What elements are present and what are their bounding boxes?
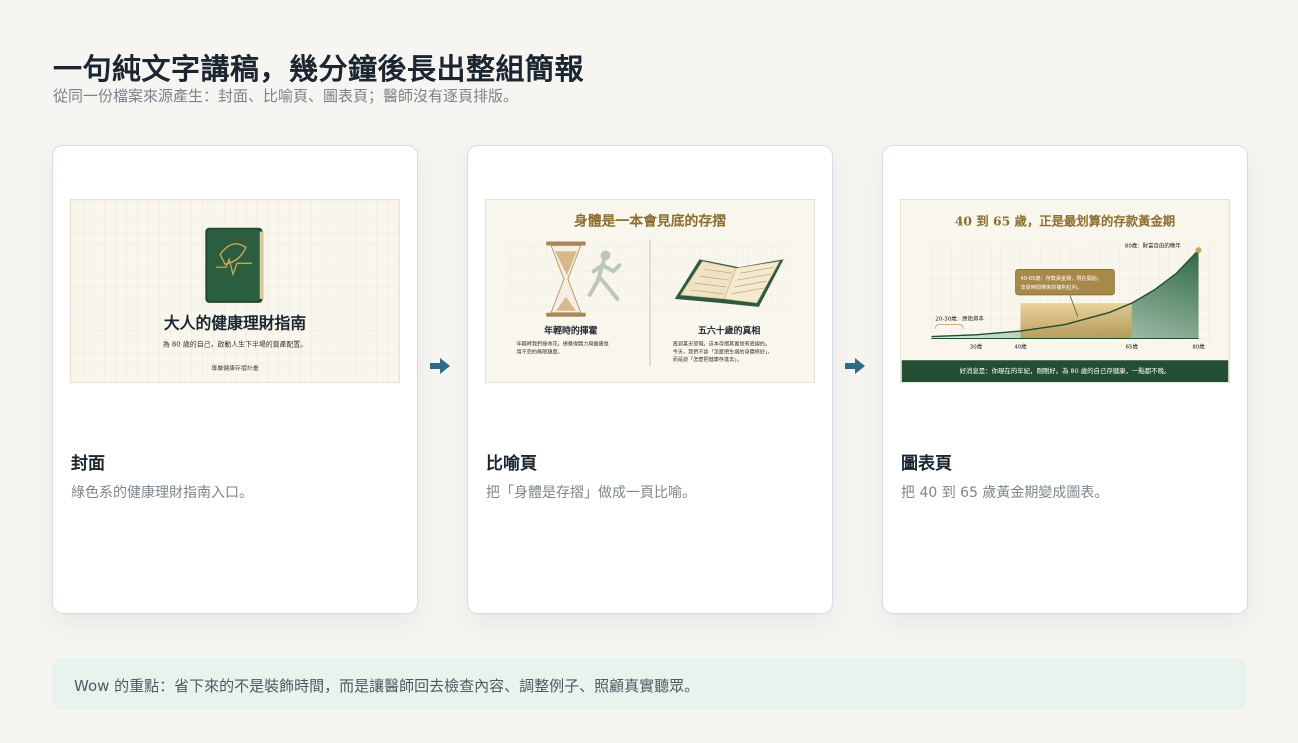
- metaphor-slide: 身體是一本會見底的存摺 年輕時的揮霍 年輕時我們揮命花，總覺得體力與健康是 用不…: [486, 200, 814, 382]
- card-chart[interactable]: 40 到 65 歲，正是最划算的存款黃金期 30歲 40歲 65歲 80歲 80歲：財…: [882, 145, 1248, 614]
- chart-footer: 好消息是：你現在的年紀，剛剛好。為 80 歲的自己存健康，一點都不晚。: [960, 366, 1171, 375]
- slide-thumbnail-cover: 大人的健康理財指南 為 80 歲的自己，啟動人生下半場的資產配置。 專屬健康存摺…: [70, 199, 400, 383]
- svg-text:享受時間帶來的複利紅利。: 享受時間帶來的複利紅利。: [1020, 283, 1082, 291]
- cover-slide: 大人的健康理財指南 為 80 歲的自己，啟動人生下半場的資產配置。 專屬健康存摺…: [71, 200, 399, 382]
- card-label: 比喻頁: [486, 454, 537, 474]
- card-description: 綠色系的健康理財指南入口。: [71, 485, 253, 501]
- green-book-icon: [205, 227, 264, 303]
- svg-text:身體是一本會見底的存摺: 身體是一本會見底的存摺: [574, 213, 726, 230]
- svg-text:20-30歲：原始資本: 20-30歲：原始資本: [935, 315, 984, 323]
- card-description: 把 40 到 65 歲黃金期變成圖表。: [901, 485, 1109, 501]
- slide-thumbnail-metaphor: 身體是一本會見底的存摺 年輕時的揮霍 年輕時我們揮命花，總覺得體力與健康是 用不…: [485, 199, 815, 383]
- svg-text:直到某天發現，這本存摺其實是有底線的。: 直到某天發現，這本存摺其實是有底線的。: [673, 339, 770, 347]
- card-description: 把「身體是存摺」做成一頁比喻。: [486, 485, 696, 501]
- page-subtitle: 從同一份檔案來源產生：封面、比喻頁、圖表頁；醫師沒有逐頁排版。: [53, 87, 519, 105]
- svg-text:而是談「怎麼把健康存進去」。: 而是談「怎麼把健康存進去」。: [673, 355, 742, 363]
- key-point-note: Wow 的重點：省下來的不是裝飾時間，而是讓醫師回去檢查內容、調整例子、照顧真實…: [52, 658, 1247, 710]
- card-cover[interactable]: 大人的健康理財指南 為 80 歲的自己，啟動人生下半場的資產配置。 專屬健康存摺…: [52, 145, 418, 614]
- svg-text:80歲：財富自由的晚年: 80歲：財富自由的晚年: [1125, 241, 1181, 249]
- chart-title: 40 到 65 歲，正是最划算的存款黃金期: [955, 214, 1175, 229]
- arrow-right-icon: [430, 358, 450, 374]
- card-metaphor[interactable]: 身體是一本會見底的存摺 年輕時的揮霍 年輕時我們揮命花，總覺得體力與健康是 用不…: [467, 145, 833, 614]
- card-label: 圖表頁: [901, 454, 952, 474]
- chart-x-tick-label: 65歲: [1126, 342, 1139, 350]
- chart-end-point: [1195, 247, 1202, 254]
- page-title: 一句純文字講稿，幾分鐘後長出整組簡報: [53, 52, 585, 86]
- arrow-right-icon: [845, 358, 865, 374]
- svg-text:年輕時我們揮命花，總覺得體力與健康是: 年輕時我們揮命花，總覺得體力與健康是: [516, 339, 608, 347]
- svg-text:五六十歲的真相: 五六十歲的真相: [698, 325, 760, 337]
- chart-x-tick-label: 80歲: [1192, 342, 1205, 350]
- svg-text:今天，我們不談「怎麼把生病的身體修好」，: 今天，我們不談「怎麼把生病的身體修好」，: [673, 347, 773, 355]
- slide-thumbnail-chart: 40 到 65 歲，正是最划算的存款黃金期 30歲 40歲 65歲 80歲 80歲：財…: [900, 199, 1230, 383]
- card-label: 封面: [71, 454, 105, 474]
- svg-text:40-65歲：存款黃金期，現在開始，: 40-65歲：存款黃金期，現在開始，: [1020, 274, 1102, 282]
- chart-x-tick-label: 40歲: [1014, 342, 1027, 350]
- callout-top: 80歲：財富自由的晚年: [1125, 241, 1181, 249]
- svg-text:用不完的無限額度。: 用不完的無限額度。: [516, 347, 562, 355]
- svg-text:專屬健康存摺計畫: 專屬健康存摺計畫: [211, 364, 258, 372]
- chart-x-tick-label: 30歲: [970, 342, 983, 350]
- chart-slide: 40 到 65 歲，正是最划算的存款黃金期 30歲 40歲 65歲 80歲 80歲：財…: [901, 200, 1229, 382]
- svg-text:為 80 歲的自己，啟動人生下半場的資產配置。: 為 80 歲的自己，啟動人生下半場的資產配置。: [163, 339, 307, 348]
- svg-text:大人的健康理財指南: 大人的健康理財指南: [164, 314, 306, 333]
- svg-text:年輕時的揮霍: 年輕時的揮霍: [544, 325, 597, 337]
